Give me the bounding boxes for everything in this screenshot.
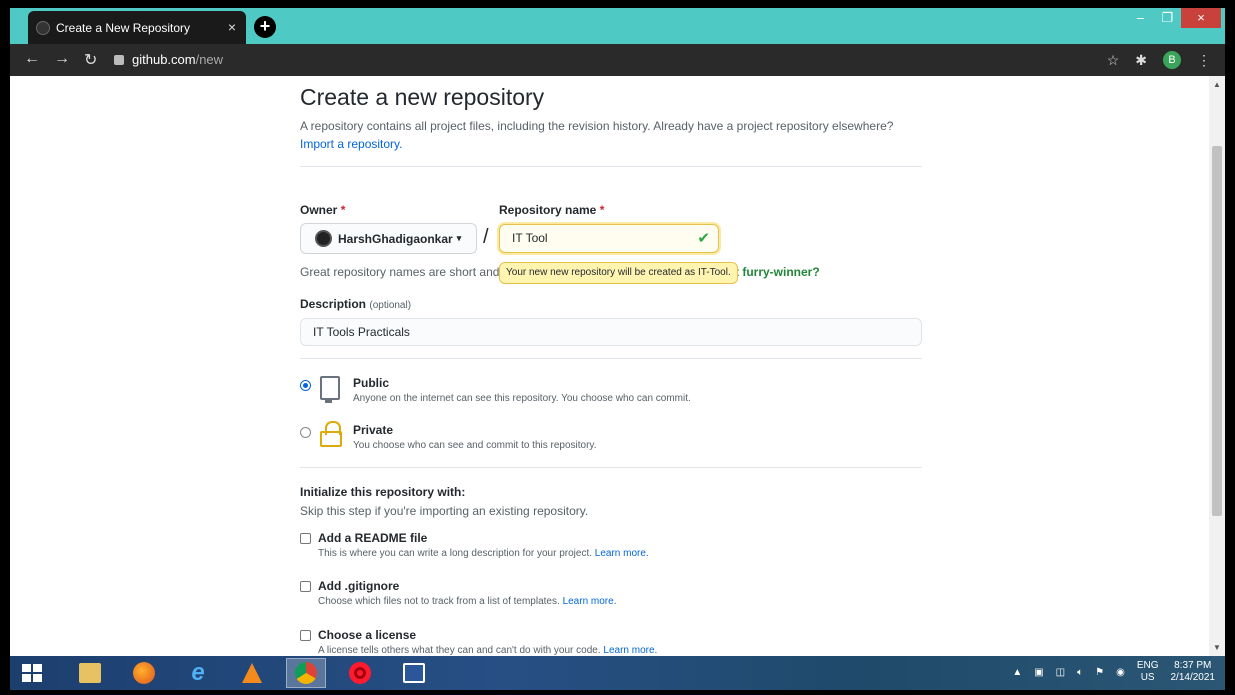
chevron-down-icon: ▾: [456, 233, 462, 243]
address-bar: ← → ↻ github.com/new ☆ ✱ B ⋮: [10, 44, 1225, 76]
bookmark-star-icon[interactable]: ☆: [1107, 52, 1120, 69]
page-subtitle: A repository contains all project files,…: [300, 117, 922, 153]
init-option-description: A license tells others what they can and…: [318, 645, 658, 656]
minimize-button[interactable]: –: [1127, 8, 1154, 28]
tray-extra-icon[interactable]: ◉: [1116, 667, 1125, 678]
owner-dropdown[interactable]: HarshGhadigaonkar ▾: [300, 223, 477, 254]
public-radio[interactable]: [300, 380, 311, 391]
divider: [300, 467, 922, 468]
init-option-gitignore[interactable]: Add .gitignore Choose which files not to…: [300, 579, 922, 613]
vertical-scrollbar[interactable]: ▲ ▼: [1209, 76, 1225, 656]
tab-title: Create a New Repository: [56, 20, 191, 35]
new-repository-form: Create a new repository A repository con…: [300, 76, 922, 656]
network-icon[interactable]: ◫: [1056, 667, 1065, 678]
lock-icon: [114, 55, 124, 65]
scroll-up-arrow-icon[interactable]: ▲: [1213, 80, 1221, 89]
learn-more-link[interactable]: Learn more.: [595, 548, 649, 559]
url-host: github.com: [132, 52, 196, 67]
windows-start-icon[interactable]: [22, 664, 42, 682]
forward-arrow-icon[interactable]: →: [54, 50, 70, 68]
system-tray: ▲ ▣ ◫ 🔈︎ ⚑ ◉ ENG US 8:37 PM 2/14/2021: [1012, 660, 1215, 684]
opera-icon[interactable]: [340, 658, 380, 688]
import-repository-link[interactable]: Import a repository.: [300, 137, 402, 151]
page-viewport: Create a new repository A repository con…: [10, 76, 1225, 656]
url-input[interactable]: github.com/new: [114, 48, 1104, 72]
init-option-readme[interactable]: Add a README file This is where you can …: [300, 531, 922, 565]
subtitle-text: A repository contains all project files,…: [300, 119, 894, 133]
scrollbar-thumb[interactable]: [1212, 146, 1222, 516]
check-icon: ✔: [697, 230, 710, 247]
toolbar-actions: ☆ ✱ B ⋮: [1107, 51, 1211, 69]
tab-close-icon[interactable]: ×: [228, 19, 236, 35]
init-option-license[interactable]: Choose a license A license tells others …: [300, 628, 922, 656]
menu-kebab-icon[interactable]: ⋮: [1197, 52, 1211, 69]
repository-name-value: IT Tool: [512, 231, 548, 245]
new-tab-button[interactable]: +: [254, 16, 276, 38]
name-suggestion-text: Great repository names are short and: [300, 265, 500, 279]
init-option-title: Add a README file: [318, 531, 428, 545]
visibility-option-private[interactable]: Private You choose who can see and commi…: [300, 421, 922, 459]
tab-create-repository[interactable]: Create a New Repository ×: [28, 11, 246, 44]
window-controls: – ❐ ×: [1127, 8, 1221, 30]
input-language[interactable]: ENG US: [1137, 660, 1159, 684]
divider: [300, 358, 922, 359]
chrome-icon[interactable]: [286, 658, 326, 688]
init-option-title: Add .gitignore: [318, 579, 400, 593]
init-option-description: This is where you can write a long descr…: [318, 548, 649, 559]
vlc-icon[interactable]: [232, 658, 272, 688]
init-option-description: Choose which files not to track from a l…: [318, 596, 617, 607]
windows-taskbar: e ▲ ▣ ◫ 🔈︎ ⚑ ◉ ENG US 8:37 PM 2/14/2021: [10, 656, 1225, 690]
repository-name-label: Repository name *: [499, 203, 605, 217]
extensions-puzzle-icon[interactable]: ✱: [1135, 52, 1147, 69]
screen: Create a New Repository × + – ❐ × ← → ↻ …: [0, 0, 1235, 695]
learn-more-link[interactable]: Learn more.: [603, 645, 657, 656]
github-favicon-icon: [36, 21, 50, 35]
owner-avatar: [315, 230, 332, 247]
clock[interactable]: 8:37 PM 2/14/2021: [1171, 660, 1216, 684]
visibility-description: You choose who can see and commit to thi…: [353, 440, 597, 451]
private-radio[interactable]: [300, 427, 311, 438]
volume-icon[interactable]: 🔈︎: [1077, 667, 1083, 678]
profile-avatar[interactable]: B: [1163, 51, 1181, 69]
owner-value: HarshGhadigaonkar: [338, 231, 453, 246]
visibility-title: Public: [353, 376, 390, 390]
url-path: /new: [195, 52, 224, 67]
close-window-button[interactable]: ×: [1181, 8, 1221, 28]
description-label: Description (optional): [300, 297, 412, 311]
visibility-title: Private: [353, 423, 394, 437]
repository-name-input[interactable]: IT Tool ✔: [499, 224, 719, 253]
repo-icon: [320, 376, 340, 403]
learn-more-link[interactable]: Learn more.: [563, 596, 617, 607]
repository-name-tooltip: Your new new repository will be created …: [499, 262, 738, 284]
reload-icon[interactable]: ↻: [84, 50, 97, 70]
action-center-flag-icon[interactable]: ⚑: [1095, 667, 1104, 678]
restore-button[interactable]: ❐: [1154, 8, 1181, 28]
owner-repo-separator: /: [483, 226, 489, 248]
divider: [300, 166, 922, 167]
back-arrow-icon[interactable]: ←: [24, 50, 40, 68]
file-explorer-icon[interactable]: [70, 658, 110, 688]
page-title: Create a new repository: [300, 84, 545, 110]
readme-checkbox[interactable]: [300, 533, 311, 544]
firefox-icon[interactable]: [124, 658, 164, 688]
tray-expand-icon[interactable]: ▲: [1012, 667, 1022, 678]
initialize-subtitle: Skip this step if you're importing an ex…: [300, 504, 589, 518]
name-suggestion-link[interactable]: t furry-winner?: [735, 265, 820, 279]
lock-icon: [320, 421, 342, 447]
scroll-down-arrow-icon[interactable]: ▼: [1213, 643, 1221, 652]
word-icon[interactable]: [394, 658, 434, 688]
tab-bar: Create a New Repository × + – ❐ ×: [10, 8, 1225, 44]
tray-app-icon[interactable]: ▣: [1034, 667, 1043, 678]
gitignore-checkbox[interactable]: [300, 581, 311, 592]
description-input[interactable]: IT Tools Practicals: [300, 318, 922, 346]
license-checkbox[interactable]: [300, 630, 311, 641]
initialize-title: Initialize this repository with:: [300, 485, 466, 499]
init-option-title: Choose a license: [318, 628, 417, 642]
internet-explorer-icon[interactable]: e: [178, 658, 218, 688]
visibility-description: Anyone on the internet can see this repo…: [353, 393, 691, 404]
visibility-option-public[interactable]: Public Anyone on the internet can see th…: [300, 376, 922, 412]
owner-label: Owner *: [300, 203, 346, 217]
